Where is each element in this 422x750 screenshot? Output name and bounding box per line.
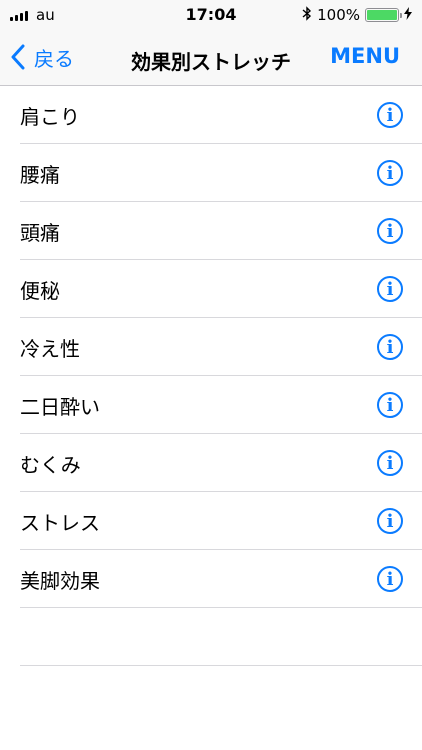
info-icon[interactable]: i xyxy=(377,102,403,128)
bluetooth-icon xyxy=(302,5,312,25)
navigation-bar: 戻る 効果別ストレッチ MENU xyxy=(0,30,422,86)
battery-icon xyxy=(365,8,402,22)
chevron-left-icon xyxy=(11,44,25,70)
list-item[interactable]: 冷え性 i xyxy=(0,318,422,376)
list-item-label: 便秘 xyxy=(20,278,60,303)
info-icon[interactable]: i xyxy=(377,160,403,186)
empty-row xyxy=(0,608,422,666)
charging-icon xyxy=(404,6,412,24)
back-button[interactable]: 戻る xyxy=(10,41,74,73)
list-item-label: ストレス xyxy=(20,510,100,535)
battery-percent: 100% xyxy=(317,6,360,24)
info-icon[interactable]: i xyxy=(377,218,403,244)
list-item-label: むくみ xyxy=(20,452,81,477)
status-right: 100% xyxy=(302,5,412,25)
list-item[interactable]: ストレス i xyxy=(0,492,422,550)
info-icon[interactable]: i xyxy=(377,508,403,534)
info-icon[interactable]: i xyxy=(377,566,403,592)
list-item[interactable]: 便秘 i xyxy=(0,260,422,318)
list-item-label: 美脚効果 xyxy=(20,568,100,593)
list-item[interactable]: 頭痛 i xyxy=(0,202,422,260)
list-item-label: 頭痛 xyxy=(20,220,60,245)
list-item-label: 冷え性 xyxy=(20,336,80,361)
info-icon[interactable]: i xyxy=(377,334,403,360)
info-icon[interactable]: i xyxy=(377,276,403,302)
list-item[interactable]: 美脚効果 i xyxy=(0,550,422,608)
battery-fill xyxy=(367,10,397,20)
list-item[interactable]: 二日酔い i xyxy=(0,376,422,434)
info-icon[interactable]: i xyxy=(377,450,403,476)
list-item-label: 腰痛 xyxy=(20,162,60,187)
info-icon[interactable]: i xyxy=(377,392,403,418)
status-bar: au 17:04 100% xyxy=(0,0,422,30)
list-item-label: 二日酔い xyxy=(20,394,100,419)
list-item-label: 肩こり xyxy=(20,104,80,129)
list-item[interactable]: 肩こり i xyxy=(0,86,422,144)
effect-list: 肩こり i 腰痛 i 頭痛 i 便秘 i 冷え性 i 二日酔い i むくみ i … xyxy=(0,86,422,666)
menu-button[interactable]: MENU xyxy=(330,44,400,68)
list-item[interactable]: 腰痛 i xyxy=(0,144,422,202)
list-item[interactable]: むくみ i xyxy=(0,434,422,492)
back-button-label: 戻る xyxy=(34,46,74,71)
